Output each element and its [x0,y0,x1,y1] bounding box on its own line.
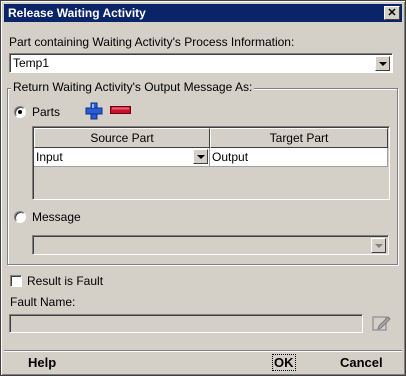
result-is-fault-checkbox[interactable] [10,275,22,287]
message-radio-label: Message [32,210,81,224]
source-part-dropdown-button[interactable] [193,149,208,164]
cancel-button[interactable]: Cancel [340,355,383,370]
parts-radio-dot [18,110,22,114]
edit-icon[interactable] [372,314,392,332]
process-part-label: Part containing Waiting Activity's Proce… [9,35,295,49]
chevron-down-icon [196,154,205,159]
process-part-combo[interactable]: Temp1 [9,53,393,73]
title-bar: Release Waiting Activity ✕ [4,4,402,22]
process-part-dropdown-button[interactable] [375,56,390,71]
window-title: Release Waiting Activity [8,6,146,20]
message-combo[interactable] [32,235,389,255]
dialog-window: Release Waiting Activity ✕ Part containi… [0,0,406,376]
help-button[interactable]: Help [28,355,56,370]
parts-radio[interactable] [14,106,26,118]
table-row-target-cell[interactable]: Output [210,148,388,167]
column-header-source[interactable]: Source Part [34,128,210,148]
fault-name-input[interactable] [9,314,363,333]
chevron-down-icon [374,243,383,248]
close-button[interactable]: ✕ [384,6,400,20]
process-part-value: Temp1 [13,56,50,70]
output-group-label: Return Waiting Activity's Output Message… [11,80,255,94]
table-row-source-cell[interactable]: Input [34,148,210,167]
minus-icon[interactable] [110,104,131,116]
source-part-value: Input [36,150,63,164]
parts-table: Source Part Target Part Input Output [32,126,390,200]
fault-name-label: Fault Name: [10,295,76,309]
close-icon: ✕ [387,6,397,19]
parts-radio-label: Parts [32,105,61,119]
message-radio[interactable] [14,211,26,223]
target-part-value: Output [212,150,249,164]
button-bar: Help OK Cancel [4,350,402,374]
chevron-down-icon [378,61,387,66]
plus-icon[interactable] [85,102,103,120]
ok-button[interactable]: OK [272,354,296,371]
column-header-target[interactable]: Target Part [210,128,388,148]
result-is-fault-label: Result is Fault [27,274,104,288]
message-dropdown-button[interactable] [371,238,386,253]
